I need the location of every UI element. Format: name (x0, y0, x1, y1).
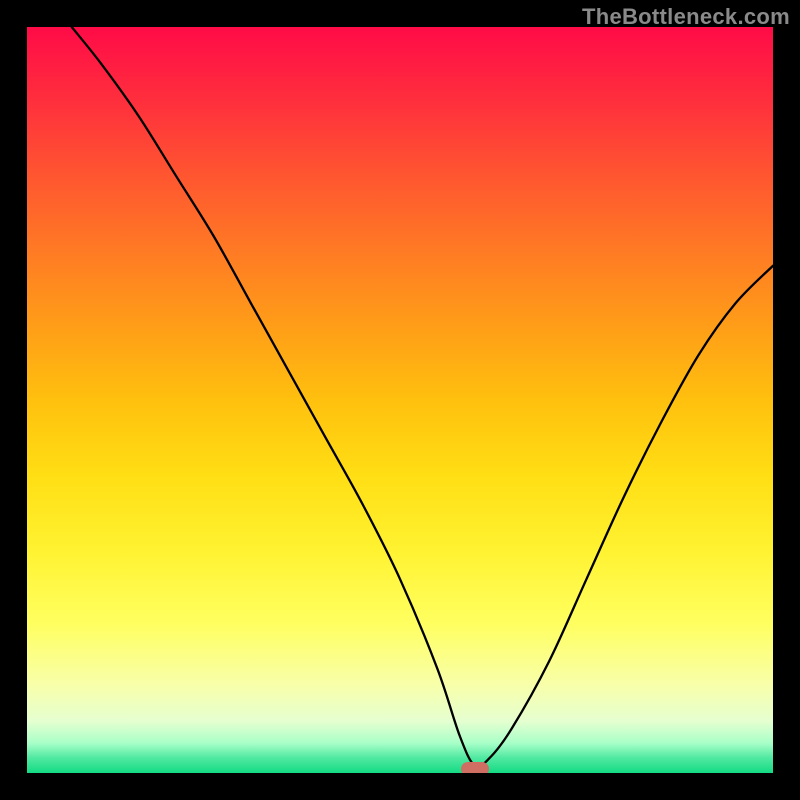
attribution-label: TheBottleneck.com (582, 4, 790, 30)
bottleneck-curve (27, 27, 773, 773)
curve-path (72, 27, 773, 767)
optimum-marker (461, 762, 489, 773)
plot-area (27, 27, 773, 773)
chart-frame: TheBottleneck.com (0, 0, 800, 800)
